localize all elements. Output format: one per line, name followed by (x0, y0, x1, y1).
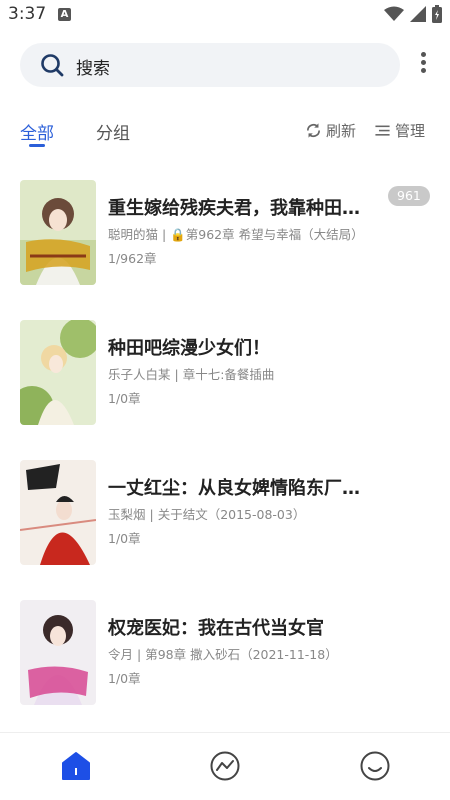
explore-icon[interactable] (209, 750, 241, 782)
book-title: 一丈红尘：从良女婢情陷东厂主公 (108, 478, 373, 499)
book-author: 聪明的猫 (108, 227, 159, 242)
book-item[interactable]: 重生嫁给残疾夫君，我靠种田暴富 961 聪明的猫 | 🔒第962章 希望与幸福（… (0, 180, 450, 290)
book-latest-chapter: 章十七:备餐插曲 (182, 367, 275, 382)
book-item[interactable]: 种田吧综漫少女们！ 乐子人白某 | 章十七:备餐插曲 1/0章 (0, 320, 450, 430)
home-icon[interactable] (60, 750, 92, 782)
manage-label: 管理 (395, 122, 426, 140)
book-latest-chapter: 关于结文（2015-08-03） (157, 507, 306, 522)
search-placeholder: 搜索 (76, 59, 110, 79)
book-meta: 聪明的猫 | 🔒第962章 希望与幸福（大结局） (108, 227, 364, 242)
reading-progress: 1/0章 (108, 391, 141, 406)
refresh-icon (306, 123, 321, 138)
wifi-icon (384, 6, 404, 21)
book-author: 令月 (108, 647, 134, 662)
tab-all[interactable]: 全部 (20, 119, 54, 144)
book-author: 玉梨烟 (108, 507, 146, 522)
book-cover (20, 180, 96, 285)
book-item[interactable]: 一丈红尘：从良女婢情陷东厂主公 玉梨烟 | 关于结文（2015-08-03） 1… (0, 460, 450, 570)
unread-count-badge: 961 (388, 186, 430, 206)
tab-group[interactable]: 分组 (96, 119, 130, 144)
notification-icon: A (58, 8, 71, 21)
status-icons (384, 5, 442, 23)
book-cover (20, 460, 96, 565)
bottom-navigation (0, 732, 450, 800)
book-cover (20, 600, 96, 705)
signal-icon (410, 6, 426, 22)
reading-progress: 1/0章 (108, 531, 141, 546)
book-item[interactable]: 权宠医妃：我在古代当女官 令月 | 第98章 撒入砂石（2021-11-18） … (0, 600, 450, 710)
book-title: 种田吧综漫少女们！ (108, 338, 270, 359)
search-icon (41, 54, 64, 77)
book-latest-chapter: 🔒第962章 希望与幸福（大结局） (170, 227, 364, 242)
book-latest-chapter: 第98章 撒入砂石（2021-11-18） (145, 647, 338, 662)
book-author: 乐子人白某 (108, 367, 171, 382)
book-title: 权宠医妃：我在古代当女官 (108, 618, 324, 639)
more-menu-icon[interactable] (416, 52, 430, 78)
book-meta: 令月 | 第98章 撒入砂石（2021-11-18） (108, 647, 338, 662)
reading-progress: 1/0章 (108, 671, 141, 686)
book-cover (20, 320, 96, 425)
refresh-button[interactable]: 刷新 (305, 120, 356, 141)
active-tab-indicator (29, 144, 45, 147)
status-bar: 3:37 A (0, 0, 450, 32)
battery-icon (432, 5, 442, 23)
status-time: 3:37 (8, 4, 47, 24)
book-title: 重生嫁给残疾夫君，我靠种田暴富 (108, 198, 373, 219)
refresh-label: 刷新 (326, 122, 357, 140)
reading-progress: 1/962章 (108, 251, 157, 266)
book-meta: 玉梨烟 | 关于结文（2015-08-03） (108, 507, 306, 522)
book-meta: 乐子人白某 | 章十七:备餐插曲 (108, 367, 275, 382)
profile-icon[interactable] (359, 750, 391, 782)
search-bar[interactable]: 搜索 (20, 43, 400, 87)
manage-button[interactable]: 管理 (374, 120, 425, 141)
list-manage-icon (375, 125, 390, 136)
